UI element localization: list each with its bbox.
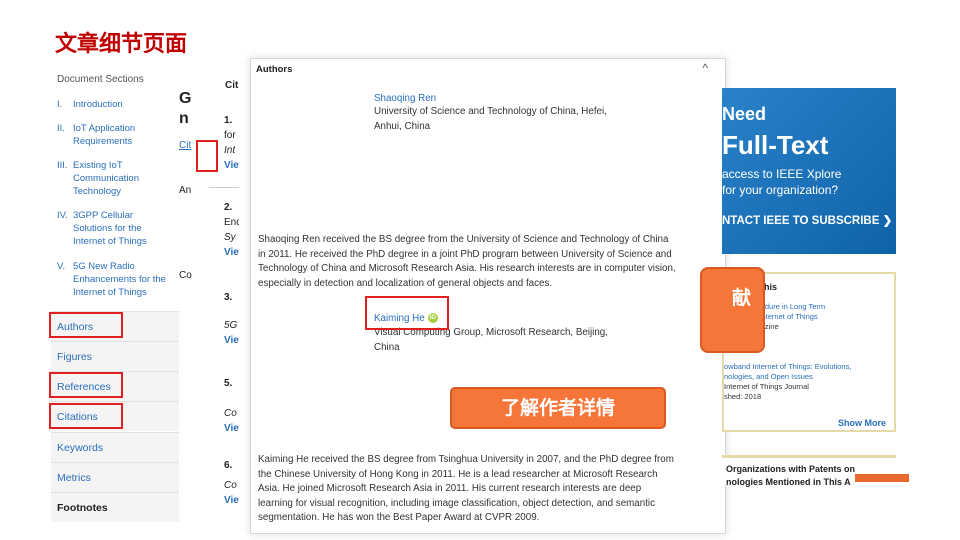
highlight-references bbox=[49, 372, 123, 398]
author-affiliation: China bbox=[374, 342, 400, 353]
section-label: Introduction bbox=[73, 99, 123, 110]
highlight-author-he bbox=[365, 296, 449, 330]
popup-title: Authors bbox=[256, 64, 293, 75]
separator bbox=[209, 187, 239, 188]
text-fragment: Co bbox=[179, 270, 192, 281]
author-bio-line: Asia. He joined Microsoft Research Asia … bbox=[258, 483, 642, 494]
author-bio-line: Kaiming He received the BS degree from T… bbox=[258, 454, 674, 465]
author-bio-line: Shaoqing Ren received the BS degree from… bbox=[258, 234, 669, 245]
callout-partial: 献 bbox=[700, 267, 765, 353]
citation-number: 3. bbox=[224, 292, 233, 303]
view-link[interactable]: Vie bbox=[224, 160, 239, 171]
subscribe-link[interactable]: NTACT IEEE TO SUBSCRIBE ❯ bbox=[722, 213, 892, 227]
citation-fragment: 5G bbox=[224, 320, 238, 331]
callout-author-details: 了解作者详情 bbox=[450, 387, 666, 429]
citation-fragment: Co bbox=[224, 480, 237, 491]
nav-figures[interactable]: Figures bbox=[51, 341, 179, 371]
citation-number: 1. bbox=[224, 115, 233, 126]
author-bio-line: segmentation. He has won the Best Paper … bbox=[258, 512, 540, 523]
citation-fragment: Sy bbox=[224, 232, 236, 243]
author-name-ren[interactable]: Shaoqing Ren bbox=[374, 93, 436, 104]
author-affiliation: Anhui, China bbox=[374, 121, 431, 132]
nav-footnotes[interactable]: Footnotes bbox=[51, 492, 179, 522]
author-bio-line: especially in detection and localization… bbox=[258, 277, 553, 289]
tab-fragment[interactable]: Cit bbox=[179, 140, 191, 151]
authors-popup: Authors ^ Shaoqing Ren University of Sci… bbox=[250, 58, 726, 534]
citation-number: 2. bbox=[224, 202, 233, 213]
accent-bar bbox=[855, 474, 909, 482]
show-more-link[interactable]: Show More bbox=[838, 418, 886, 428]
section-label: 3GPP Cellular Solutions for the Internet… bbox=[73, 210, 147, 247]
author-bio-line: Technology of China and Microsoft Resear… bbox=[258, 263, 676, 274]
ad-line: Need bbox=[722, 104, 767, 124]
author-bio-line: learning for visual recognition, includi… bbox=[258, 497, 655, 509]
citation-fragment: End bbox=[224, 217, 239, 228]
article-date: shed: 2018 bbox=[724, 392, 762, 401]
panel-title: his bbox=[764, 282, 778, 292]
nav-keywords[interactable]: Keywords bbox=[51, 432, 179, 462]
ieee-subscribe-ad[interactable]: Need Full-Text access to IEEE Xplore for… bbox=[722, 88, 896, 254]
citations-heading-fragment: Cit bbox=[225, 80, 239, 91]
view-link[interactable]: Vie bbox=[224, 247, 239, 258]
citation-number: 6. bbox=[224, 460, 233, 471]
citation-number: 5. bbox=[224, 378, 233, 389]
slide-title: 文章细节页面 bbox=[55, 32, 188, 57]
author-affiliation: University of Science and Technology of … bbox=[374, 106, 607, 117]
section-number: III. bbox=[57, 160, 68, 171]
citation-fragment: for bbox=[224, 130, 236, 141]
view-link[interactable]: Vie bbox=[224, 423, 239, 434]
title-fragment: n bbox=[179, 110, 189, 127]
citation-fragment: Co bbox=[224, 408, 237, 419]
citation-fragment: Int bbox=[224, 145, 236, 156]
highlight-citations bbox=[49, 403, 123, 429]
highlight-citation-box bbox=[196, 140, 218, 172]
sections-heading: Document Sections bbox=[57, 74, 144, 85]
text-fragment: An bbox=[179, 185, 192, 196]
collapse-icon[interactable]: ^ bbox=[702, 61, 708, 75]
section-number: II. bbox=[57, 123, 65, 134]
section-number: V. bbox=[57, 261, 66, 272]
section-label: IoT Application Requirements bbox=[73, 123, 136, 147]
section-label: 5G New Radio Enhancements for the Intern… bbox=[73, 261, 166, 298]
nav-metrics[interactable]: Metrics bbox=[51, 462, 179, 492]
ad-text: access to IEEE Xplore bbox=[722, 167, 842, 181]
section-number: IV. bbox=[57, 210, 68, 221]
article-source: Internet of Things Journal bbox=[724, 382, 809, 391]
author-bio-line: in 2011. He received the PhD degree in a… bbox=[258, 248, 672, 260]
highlight-authors bbox=[49, 312, 123, 338]
section-label: Existing IoT Communication Technology bbox=[73, 160, 139, 197]
article-line[interactable]: owband Internet of Things: Evolutions, bbox=[724, 362, 851, 372]
article-line[interactable]: nologies, and Open Issues bbox=[724, 372, 813, 382]
panel-heading: Organizations with Patents on bbox=[726, 464, 856, 474]
title-fragment: G bbox=[179, 90, 192, 107]
ad-text: for your organization? bbox=[722, 183, 839, 197]
ad-headline: Full-Text bbox=[722, 130, 829, 160]
document-sections-panel: Document Sections I. Introduction II. Io… bbox=[51, 70, 179, 522]
view-link[interactable]: Vie bbox=[224, 335, 239, 346]
section-number: I. bbox=[57, 99, 63, 110]
ad-line: access to IEEE Xplore for your organizat… bbox=[722, 166, 841, 198]
author-bio-line: the Chinese University of Hong Kong in 2… bbox=[258, 468, 658, 480]
view-link[interactable]: Vie bbox=[224, 495, 239, 506]
panel-heading: nologies Mentioned in This A bbox=[726, 477, 851, 487]
